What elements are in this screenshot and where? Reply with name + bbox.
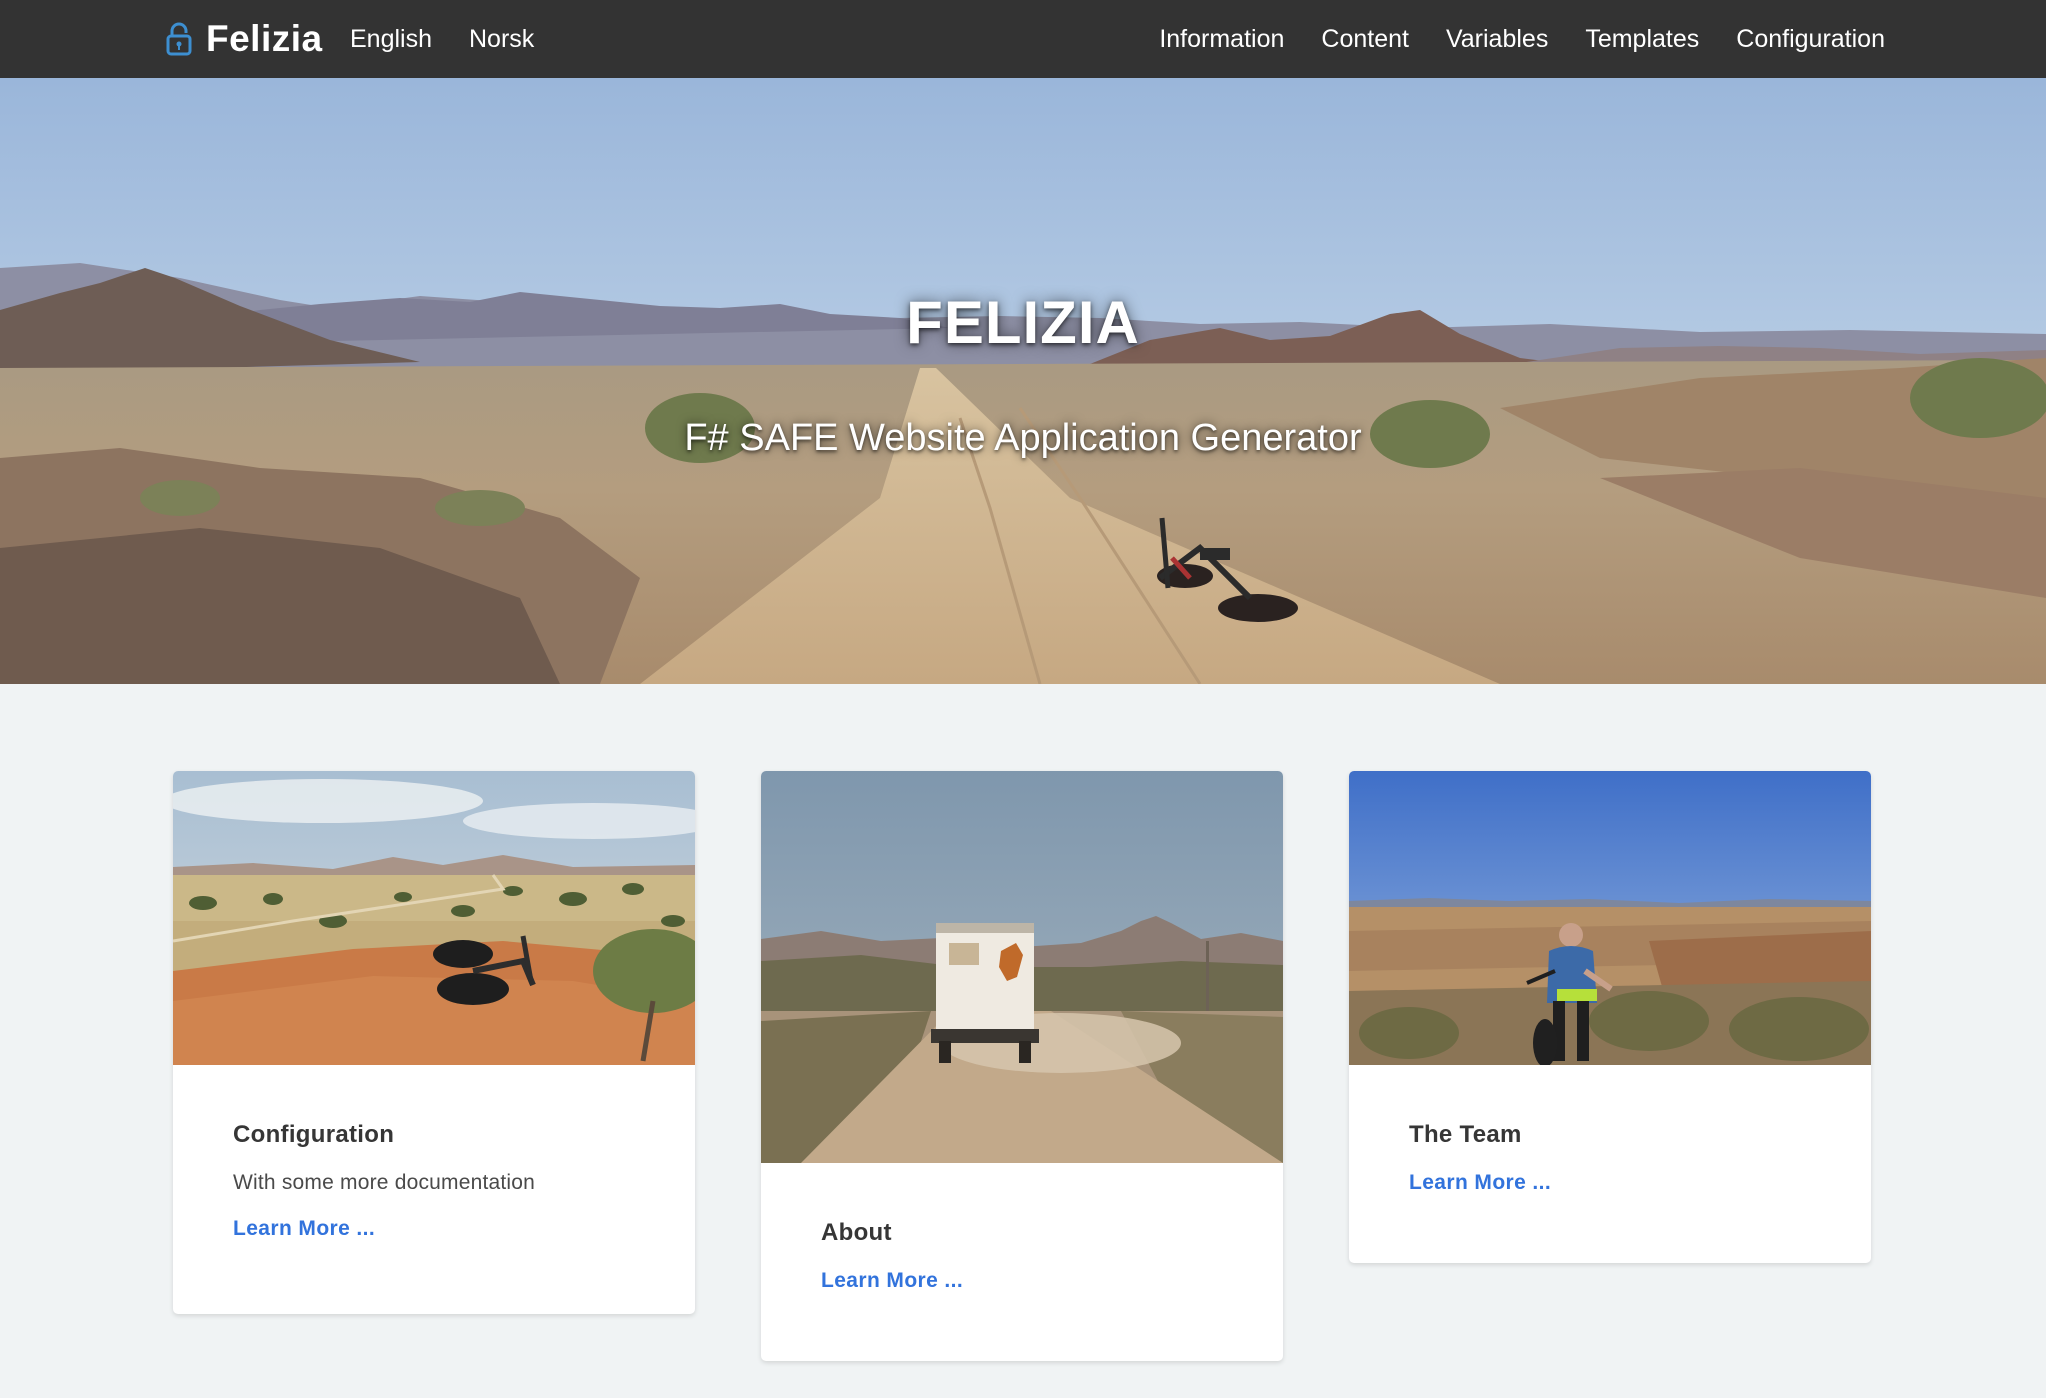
hero-title: FELIZIA: [906, 289, 1140, 356]
language-switcher: English Norsk: [350, 0, 571, 78]
card-image-sand-dune: [173, 771, 695, 1065]
card-body: Configuration With some more documentati…: [173, 1065, 695, 1241]
card-body: The Team Learn More ...: [1349, 1065, 1871, 1195]
card-description: With some more documentation: [233, 1171, 536, 1194]
nav-item-templates[interactable]: Templates: [1585, 25, 1699, 54]
top-navbar: Felizia English Norsk Information Conten…: [0, 0, 2046, 78]
brand-name[interactable]: Felizia: [206, 18, 323, 60]
nav-item-content[interactable]: Content: [1321, 25, 1409, 54]
hero-banner: FELIZIA F# SAFE Website Application Gene…: [0, 78, 2046, 684]
card-image-truck: [761, 771, 1283, 1163]
card-title: The Team: [1409, 1121, 1522, 1148]
card-the-team: The Team Learn More ...: [1349, 771, 1871, 1263]
card-image-cyclist: [1349, 771, 1871, 1065]
lock-icon: [166, 22, 192, 56]
hero-subtitle: F# SAFE Website Application Generator: [684, 417, 1362, 459]
card-configuration: Configuration With some more documentati…: [173, 771, 695, 1314]
nav-language-norsk[interactable]: Norsk: [469, 25, 534, 54]
card-about: About Learn More ...: [761, 771, 1283, 1361]
card-title: Configuration: [233, 1121, 395, 1148]
nav-language-english[interactable]: English: [350, 25, 432, 54]
brand[interactable]: Felizia: [166, 0, 323, 78]
nav-item-variables[interactable]: Variables: [1446, 25, 1548, 54]
learn-more-link[interactable]: Learn More ...: [1409, 1171, 1551, 1195]
learn-more-link[interactable]: Learn More ...: [821, 1269, 963, 1293]
hero-background-image: [0, 78, 2046, 684]
main-menu: Information Content Variables Templates …: [1122, 0, 1885, 78]
card-title: About: [821, 1219, 892, 1246]
card-body: About Learn More ...: [761, 1163, 1283, 1293]
learn-more-link[interactable]: Learn More ...: [233, 1217, 375, 1241]
nav-item-configuration[interactable]: Configuration: [1736, 25, 1885, 54]
nav-item-information[interactable]: Information: [1159, 25, 1284, 54]
